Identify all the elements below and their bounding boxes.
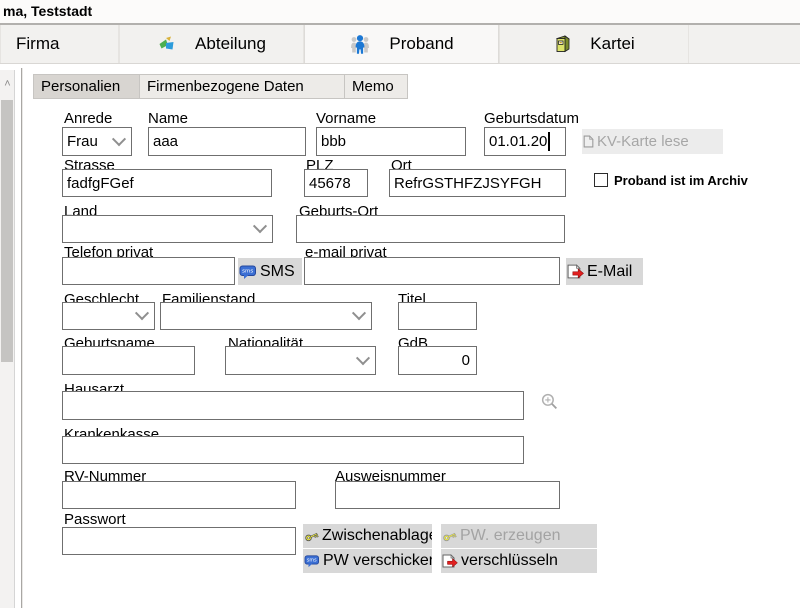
panel-divider — [21, 68, 23, 608]
verschluesseln-label: verschlüsseln — [461, 552, 558, 570]
window-titlebar — [0, 0, 800, 23]
ausweisnummer-input[interactable] — [335, 481, 560, 509]
department-icon — [157, 35, 177, 53]
send-mail-icon — [442, 554, 458, 568]
ort-value: RefrGSTHFZJSYFGH — [394, 175, 542, 192]
tab-firmenbezogene-label: Firmenbezogene Daten — [147, 78, 304, 95]
svg-text:sms: sms — [307, 559, 317, 564]
name-input[interactable]: aaa — [148, 127, 306, 156]
passwort-label: Passwort — [64, 512, 126, 528]
chevron-down-icon — [352, 306, 366, 320]
send-mail-icon — [567, 264, 584, 279]
land-select[interactable] — [62, 215, 273, 243]
nationalitaet-select[interactable] — [225, 346, 376, 375]
strasse-input[interactable]: fadfgFGef — [62, 169, 272, 197]
sms-button-label: SMS — [260, 263, 295, 281]
key-icon — [304, 529, 319, 544]
kv-karte-lesen-button[interactable]: KV-Karte lese — [582, 129, 723, 154]
passwort-input[interactable] — [62, 527, 296, 555]
chevron-down-icon — [356, 351, 370, 365]
tab-proband-label: Proband — [389, 34, 453, 54]
rv-nummer-input[interactable] — [62, 481, 296, 509]
key-icon — [442, 529, 457, 544]
geburtsname-input[interactable] — [62, 346, 195, 375]
scrollbar-thumb[interactable] — [1, 100, 13, 362]
person-icon — [349, 34, 371, 54]
archiv-checkbox[interactable] — [594, 173, 608, 187]
tab-firma[interactable]: Firma — [0, 25, 119, 63]
vorname-value: bbb — [321, 133, 346, 150]
plz-input[interactable]: 45678 — [304, 169, 368, 197]
tab-abteilung-label: Abteilung — [195, 34, 266, 54]
telefon-privat-input[interactable] — [62, 257, 235, 285]
tab-firmenbezogene-daten[interactable]: Firmenbezogene Daten — [139, 74, 345, 99]
sms-bubble-icon: sms — [239, 264, 257, 280]
chevron-down-icon — [112, 132, 126, 146]
card-file-icon — [553, 34, 572, 54]
tab-personalien-label: Personalien — [41, 78, 120, 95]
geburts-ort-input[interactable] — [296, 215, 565, 243]
name-value: aaa — [153, 133, 178, 150]
email-button-label: E-Mail — [587, 263, 632, 281]
geburtsdatum-value: 01.01.20 — [489, 133, 547, 150]
chevron-down-icon — [253, 219, 267, 233]
geburtsdatum-label: Geburtsdatum — [484, 111, 579, 127]
hausarzt-input[interactable] — [62, 391, 524, 420]
geschlecht-select[interactable] — [62, 302, 155, 330]
tab-personalien[interactable]: Personalien — [33, 74, 140, 99]
verschluesseln-button[interactable]: verschlüsseln — [441, 549, 597, 573]
email-privat-input[interactable] — [304, 257, 560, 285]
sms-bubble-icon: sms — [304, 554, 320, 568]
svg-text:sms: sms — [242, 268, 253, 274]
pw-erzeugen-label: PW. erzeugen — [460, 527, 561, 545]
kv-karte-lesen-label: KV-Karte lese — [597, 133, 689, 150]
titel-input[interactable] — [398, 302, 477, 330]
archiv-checkbox-label: Proband ist im Archiv — [614, 173, 748, 188]
geburtsdatum-input[interactable]: 01.01.20 — [484, 127, 566, 156]
pw-verschicken-button[interactable]: sms PW verschicken — [303, 549, 432, 573]
tab-kartei-label: Kartei — [590, 34, 634, 54]
tab-kartei[interactable]: Kartei — [499, 25, 689, 63]
anrede-label: Anrede — [64, 111, 112, 127]
proband-window: ma, Teststadt Firma Abteilung — [0, 0, 800, 608]
name-label: Name — [148, 111, 188, 127]
krankenkasse-input[interactable] — [62, 436, 524, 464]
ort-input[interactable]: RefrGSTHFZJSYFGH — [389, 169, 566, 197]
familienstand-select[interactable] — [160, 302, 372, 330]
text-caret — [548, 132, 550, 151]
tab-abteilung[interactable]: Abteilung — [119, 25, 304, 63]
vorname-input[interactable]: bbb — [316, 127, 466, 156]
anrede-value: Frau — [67, 133, 98, 150]
pw-verschicken-label: PW verschicken — [323, 552, 432, 570]
chevron-down-icon — [135, 306, 149, 320]
anrede-select[interactable]: Frau — [62, 127, 132, 156]
vorname-label: Vorname — [316, 111, 376, 127]
gdb-input[interactable]: 0 — [398, 346, 477, 375]
tab-firma-label: Firma — [16, 34, 59, 54]
document-icon — [583, 135, 594, 148]
zwischenablage-label: Zwischenablage — [322, 527, 432, 545]
pw-erzeugen-button[interactable]: PW. erzeugen — [441, 524, 597, 548]
scrollbar-up-icon[interactable]: ˄ — [2, 78, 13, 90]
search-icon[interactable] — [540, 392, 559, 411]
zwischenablage-button[interactable]: Zwischenablage — [303, 524, 432, 548]
email-button[interactable]: E-Mail — [566, 258, 643, 285]
tab-proband[interactable]: Proband — [304, 25, 499, 63]
plz-value: 45678 — [309, 175, 351, 192]
tab-memo[interactable]: Memo — [344, 74, 408, 99]
window-title: ma, Teststadt — [3, 3, 92, 19]
tab-memo-label: Memo — [352, 78, 394, 95]
gdb-value: 0 — [462, 352, 470, 369]
strasse-value: fadfgFGef — [67, 175, 134, 192]
sms-button[interactable]: sms SMS — [238, 258, 302, 285]
